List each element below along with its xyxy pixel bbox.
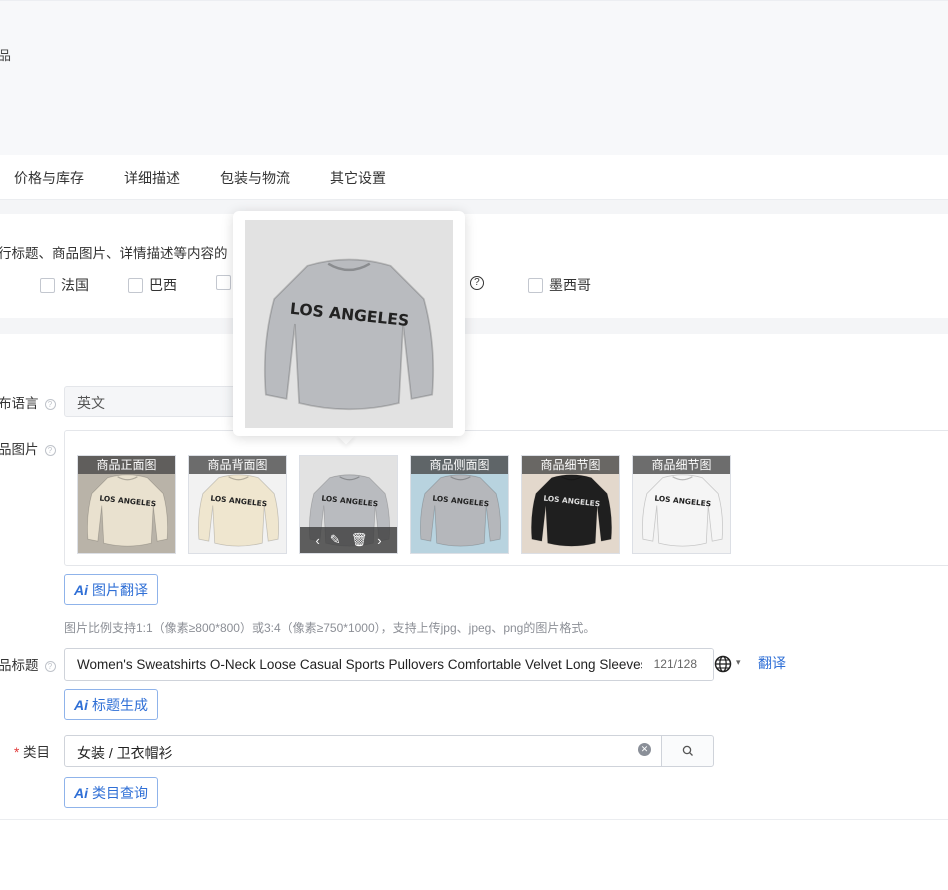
checkbox[interactable] — [528, 277, 543, 293]
image-type-label: 商品正面图 — [78, 456, 175, 474]
trash-icon[interactable]: 🗑 — [351, 532, 368, 548]
page-title: 品 — [0, 48, 12, 63]
title-label: 品标题? — [0, 654, 56, 674]
country-label: 法国 — [61, 277, 89, 293]
image-preview-popover: LOS ANGELES — [233, 211, 465, 436]
chevron-down-icon[interactable]: ▾ — [736, 657, 741, 668]
tab-bar: 价格与库存 详细描述 包装与物流 其它设置 — [0, 155, 948, 200]
image-type-label: 商品细节图 — [522, 456, 619, 474]
category-label: * 类目 — [14, 745, 51, 760]
clear-icon[interactable]: ✕ — [638, 743, 651, 756]
country-checkbox-mexico[interactable]: 墨西哥 — [528, 275, 591, 295]
translate-link[interactable]: 翻译 — [758, 653, 786, 673]
image-uploader: LOS ANGELES 商品正面图 LOS ANGELES 商品背面图 LOS … — [64, 430, 948, 566]
help-icon: ? — [44, 661, 56, 672]
category-query-button[interactable]: Ai 类目查询 — [64, 777, 158, 808]
product-image-thumb[interactable]: LOS ANGELES 商品侧面图 — [410, 455, 509, 554]
question-icon: ? — [469, 276, 484, 290]
country-label: 墨西哥 — [549, 277, 591, 293]
country-checkbox-brazil[interactable]: 巴西 — [128, 275, 177, 295]
ai-icon: Ai — [74, 784, 88, 801]
chevron-left-icon[interactable]: ‹ — [315, 533, 319, 548]
image-type-label: 商品细节图 — [633, 456, 730, 474]
category-query-label: 类目查询 — [92, 784, 148, 801]
title-input[interactable]: Women's Sweatshirts O-Neck Loose Casual … — [64, 648, 714, 681]
product-image-thumb[interactable]: LOS ANGELES ‹ ✎ 🗑 › — [299, 455, 398, 554]
product-form: 布语言? 英文 品图片? LOS ANGELES 商品正面图 LOS ANGEL… — [0, 334, 948, 820]
preview-image: LOS ANGELES — [245, 220, 453, 428]
ai-icon: Ai — [74, 581, 88, 598]
title-generate-button[interactable]: Ai 标题生成 — [64, 689, 158, 720]
checkbox[interactable] — [40, 277, 55, 293]
image-hint: 图片比例支持1:1（像素≥800*800）或3:4（像素≥750*1000），支… — [64, 621, 596, 635]
product-image-thumb[interactable]: LOS ANGELES 商品背面图 — [188, 455, 287, 554]
edit-icon[interactable]: ✎ — [330, 532, 341, 548]
product-image-thumb[interactable]: LOS ANGELES 商品细节图 — [632, 455, 731, 554]
title-char-count: 121/128 — [641, 649, 713, 680]
required-mark: * — [14, 745, 20, 760]
image-type-label: 商品背面图 — [189, 456, 286, 474]
tab-description[interactable]: 详细描述 — [124, 168, 180, 188]
checkbox[interactable] — [216, 275, 231, 290]
globe-icon[interactable] — [714, 654, 734, 674]
translation-description: 行标题、商品图片、详情描述等内容的 — [0, 246, 228, 261]
header-area: 品 — [0, 0, 948, 155]
image-translate-button[interactable]: Ai 图片翻译 — [64, 574, 158, 605]
product-image-thumb[interactable]: LOS ANGELES 商品细节图 — [521, 455, 620, 554]
search-icon — [682, 745, 693, 756]
category-search-button[interactable] — [661, 735, 714, 767]
ai-icon: Ai — [74, 696, 88, 713]
chevron-right-icon[interactable]: › — [377, 533, 381, 548]
category-input[interactable]: 女装 / 卫衣帽衫 — [64, 735, 662, 767]
section-gap — [0, 318, 948, 334]
checkbox[interactable] — [128, 277, 143, 293]
title-generate-label: 标题生成 — [92, 696, 148, 713]
tab-other-settings[interactable]: 其它设置 — [330, 168, 386, 188]
tab-packaging-logistics[interactable]: 包装与物流 — [220, 168, 290, 188]
country-label: 巴西 — [149, 277, 177, 293]
image-translate-label: 图片翻译 — [92, 581, 148, 598]
country-partial-label: ] ? — [462, 275, 484, 291]
image-type-label: 商品侧面图 — [411, 456, 508, 474]
translation-section: 行标题、商品图片、详情描述等内容的 法国 巴西 ] ? 墨西哥 — [0, 214, 948, 318]
images-label: 品图片? — [0, 438, 56, 458]
product-image-thumb[interactable]: LOS ANGELES 商品正面图 — [77, 455, 176, 554]
help-icon: ? — [44, 445, 56, 456]
section-gap — [0, 200, 948, 214]
title-value: Women's Sweatshirts O-Neck Loose Casual … — [77, 657, 648, 672]
image-toolbar: ‹ ✎ 🗑 › — [300, 527, 397, 553]
tab-price-stock[interactable]: 价格与库存 — [14, 168, 84, 188]
language-label: 布语言? — [0, 392, 56, 412]
help-icon: ? — [44, 399, 56, 410]
country-checkbox-france[interactable]: 法国 — [40, 275, 89, 295]
